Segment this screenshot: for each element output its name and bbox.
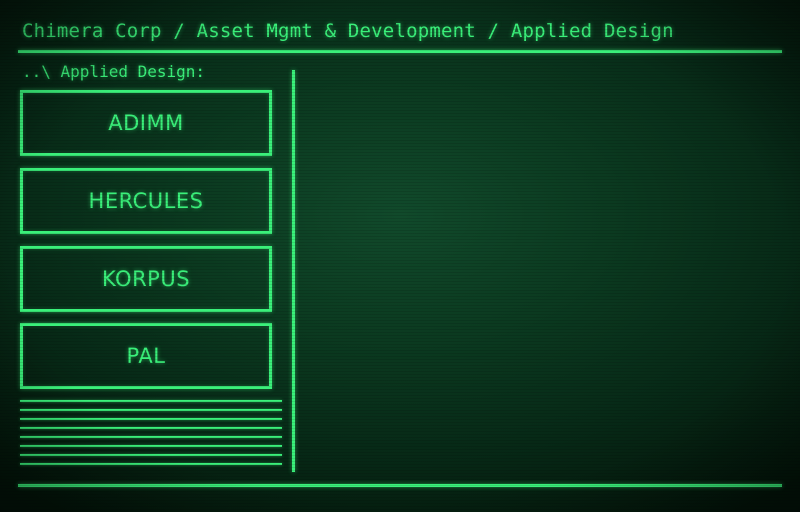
menu-button-pal[interactable]: PAL (20, 323, 272, 389)
stripe-line (20, 445, 282, 447)
stripe-line (20, 454, 282, 456)
menu-button-hercules[interactable]: HERCULES (20, 168, 272, 234)
terminal-screen: Chimera Corp / Asset Mgmt & Development … (0, 0, 800, 512)
stripe-line (20, 418, 282, 420)
stripe-line (20, 463, 282, 465)
content-panel (300, 60, 782, 480)
footer-divider (18, 484, 782, 487)
header-divider (18, 50, 782, 53)
stripe-line (20, 436, 282, 438)
menu-button-korpus[interactable]: KORPUS (20, 246, 272, 312)
stripe-line (20, 427, 282, 429)
menu-button-adimm[interactable]: ADIMM (20, 90, 272, 156)
stripe-line (20, 409, 282, 411)
stripe-line (20, 400, 282, 402)
section-label: ..\ Applied Design: (22, 62, 206, 81)
sidebar-divider (292, 70, 295, 472)
breadcrumb: Chimera Corp / Asset Mgmt & Development … (22, 20, 674, 42)
